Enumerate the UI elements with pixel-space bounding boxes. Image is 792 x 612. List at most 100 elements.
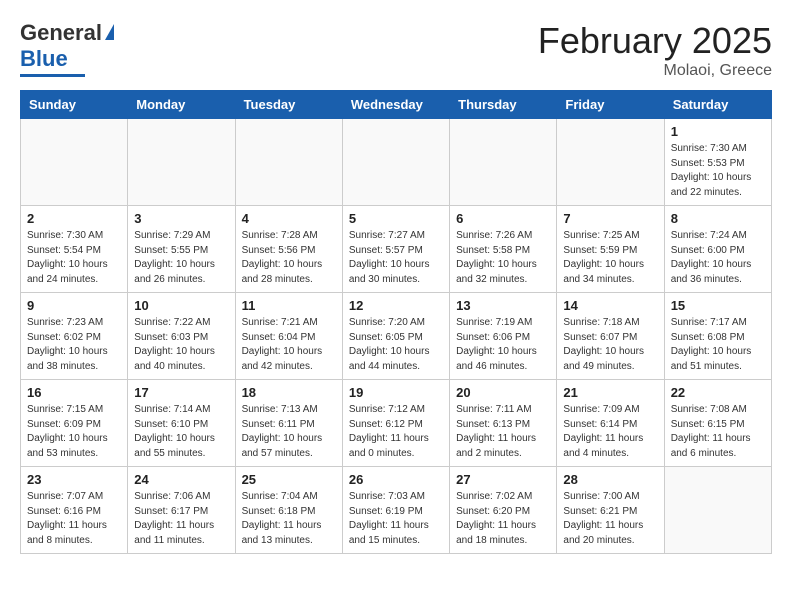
day-number: 9 <box>27 298 121 313</box>
calendar-cell: 23 Sunrise: 7:07 AM Sunset: 6:16 PM Dayli… <box>21 467 128 554</box>
calendar-cell: 15 Sunrise: 7:17 AM Sunset: 6:08 PM Dayli… <box>664 293 771 380</box>
day-info: Sunrise: 7:20 AM Sunset: 6:05 PM Dayligh… <box>349 316 443 374</box>
day-number: 14 <box>563 298 657 313</box>
day-number: 23 <box>27 472 121 487</box>
day-number: 18 <box>242 385 336 400</box>
day-info: Sunrise: 7:06 AM Sunset: 6:17 PM Dayligh… <box>134 490 228 548</box>
day-number: 3 <box>134 211 228 226</box>
day-info: Sunrise: 7:03 AM Sunset: 6:19 PM Dayligh… <box>349 490 443 548</box>
calendar-cell: 11 Sunrise: 7:21 AM Sunset: 6:04 PM Dayli… <box>235 293 342 380</box>
col-wednesday: Wednesday <box>342 91 449 119</box>
calendar-cell: 28 Sunrise: 7:00 AM Sunset: 6:21 PM Dayli… <box>557 467 664 554</box>
day-info: Sunrise: 7:00 AM Sunset: 6:21 PM Dayligh… <box>563 490 657 548</box>
calendar-cell <box>664 467 771 554</box>
day-info: Sunrise: 7:30 AM Sunset: 5:53 PM Dayligh… <box>671 142 765 200</box>
day-number: 12 <box>349 298 443 313</box>
day-number: 21 <box>563 385 657 400</box>
day-info: Sunrise: 7:09 AM Sunset: 6:14 PM Dayligh… <box>563 403 657 461</box>
day-number: 20 <box>456 385 550 400</box>
calendar-cell: 17Sunrise: 7:14 AM Sunset: 6:10 PM Dayli… <box>128 380 235 467</box>
day-number: 28 <box>563 472 657 487</box>
day-info: Sunrise: 7:15 AM Sunset: 6:09 PM Dayligh… <box>27 403 121 461</box>
calendar-cell: 18 Sunrise: 7:13 AM Sunset: 6:11 PM Dayli… <box>235 380 342 467</box>
calendar-cell: 25 Sunrise: 7:04 AM Sunset: 6:18 PM Dayli… <box>235 467 342 554</box>
calendar-week-row: 23 Sunrise: 7:07 AM Sunset: 6:16 PM Dayli… <box>21 467 772 554</box>
day-number: 7 <box>563 211 657 226</box>
calendar-cell: 3 Sunrise: 7:29 AM Sunset: 5:55 PM Daylig… <box>128 206 235 293</box>
day-info: Sunrise: 7:18 AM Sunset: 6:07 PM Dayligh… <box>563 316 657 374</box>
calendar-cell <box>235 119 342 206</box>
day-number: 19 <box>349 385 443 400</box>
day-info: Sunrise: 7:19 AM Sunset: 6:06 PM Dayligh… <box>456 316 550 374</box>
title-block: February 2025 Molaoi, Greece <box>538 20 772 80</box>
logo-underline <box>20 74 85 77</box>
calendar-cell: 20 Sunrise: 7:11 AM Sunset: 6:13 PM Dayli… <box>450 380 557 467</box>
day-number: 11 <box>242 298 336 313</box>
col-saturday: Saturday <box>664 91 771 119</box>
calendar-cell: 14 Sunrise: 7:18 AM Sunset: 6:07 PM Dayli… <box>557 293 664 380</box>
day-number: 2 <box>27 211 121 226</box>
calendar-cell: 24 Sunrise: 7:06 AM Sunset: 6:17 PM Dayli… <box>128 467 235 554</box>
day-number: 4 <box>242 211 336 226</box>
day-info: Sunrise: 7:17 AM Sunset: 6:08 PM Dayligh… <box>671 316 765 374</box>
calendar-cell: 21 Sunrise: 7:09 AM Sunset: 6:14 PM Dayli… <box>557 380 664 467</box>
logo-text-general: General <box>20 20 102 46</box>
calendar-cell: 19 Sunrise: 7:12 AM Sunset: 6:12 PM Dayli… <box>342 380 449 467</box>
calendar-header-row: Sunday Monday Tuesday Wednesday Thursday… <box>21 91 772 119</box>
calendar-cell: 13 Sunrise: 7:19 AM Sunset: 6:06 PM Dayli… <box>450 293 557 380</box>
day-info: Sunrise: 7:23 AM Sunset: 6:02 PM Dayligh… <box>27 316 121 374</box>
day-info: Sunrise: 7:25 AM Sunset: 5:59 PM Dayligh… <box>563 229 657 287</box>
day-number: 24 <box>134 472 228 487</box>
logo: General Blue <box>20 20 114 77</box>
day-number: 1 <box>671 124 765 139</box>
page-title: February 2025 <box>538 20 772 62</box>
calendar-week-row: 1 Sunrise: 7:30 AM Sunset: 5:53 PM Daylig… <box>21 119 772 206</box>
day-number: 25 <box>242 472 336 487</box>
day-number: 8 <box>671 211 765 226</box>
day-info: Sunrise: 7:24 AM Sunset: 6:00 PM Dayligh… <box>671 229 765 287</box>
col-monday: Monday <box>128 91 235 119</box>
day-info: Sunrise: 7:08 AM Sunset: 6:15 PM Dayligh… <box>671 403 765 461</box>
col-friday: Friday <box>557 91 664 119</box>
col-sunday: Sunday <box>21 91 128 119</box>
logo-text-blue: Blue <box>20 46 68 72</box>
page-header: General Blue February 2025 Molaoi, Greec… <box>20 20 772 80</box>
day-info: Sunrise: 7:28 AM Sunset: 5:56 PM Dayligh… <box>242 229 336 287</box>
day-info: Sunrise: 7:14 AM Sunset: 6:10 PM Dayligh… <box>134 403 228 461</box>
calendar-cell: 27Sunrise: 7:02 AM Sunset: 6:20 PM Dayli… <box>450 467 557 554</box>
day-info: Sunrise: 7:30 AM Sunset: 5:54 PM Dayligh… <box>27 229 121 287</box>
page-subtitle: Molaoi, Greece <box>538 62 772 80</box>
calendar-cell: 7 Sunrise: 7:25 AM Sunset: 5:59 PM Daylig… <box>557 206 664 293</box>
calendar-cell: 6Sunrise: 7:26 AM Sunset: 5:58 PM Daylig… <box>450 206 557 293</box>
calendar-cell: 9 Sunrise: 7:23 AM Sunset: 6:02 PM Daylig… <box>21 293 128 380</box>
calendar-cell: 4 Sunrise: 7:28 AM Sunset: 5:56 PM Daylig… <box>235 206 342 293</box>
calendar-cell: 8 Sunrise: 7:24 AM Sunset: 6:00 PM Daylig… <box>664 206 771 293</box>
calendar-week-row: 2 Sunrise: 7:30 AM Sunset: 5:54 PM Daylig… <box>21 206 772 293</box>
calendar-cell: 10Sunrise: 7:22 AM Sunset: 6:03 PM Dayli… <box>128 293 235 380</box>
day-info: Sunrise: 7:07 AM Sunset: 6:16 PM Dayligh… <box>27 490 121 548</box>
day-info: Sunrise: 7:13 AM Sunset: 6:11 PM Dayligh… <box>242 403 336 461</box>
day-info: Sunrise: 7:27 AM Sunset: 5:57 PM Dayligh… <box>349 229 443 287</box>
calendar-cell: 12 Sunrise: 7:20 AM Sunset: 6:05 PM Dayli… <box>342 293 449 380</box>
day-number: 10 <box>134 298 228 313</box>
day-number: 5 <box>349 211 443 226</box>
calendar-cell <box>21 119 128 206</box>
calendar-week-row: 9 Sunrise: 7:23 AM Sunset: 6:02 PM Daylig… <box>21 293 772 380</box>
day-number: 27 <box>456 472 550 487</box>
day-number: 13 <box>456 298 550 313</box>
day-info: Sunrise: 7:04 AM Sunset: 6:18 PM Dayligh… <box>242 490 336 548</box>
day-info: Sunrise: 7:29 AM Sunset: 5:55 PM Dayligh… <box>134 229 228 287</box>
calendar-table: Sunday Monday Tuesday Wednesday Thursday… <box>20 90 772 554</box>
day-number: 6 <box>456 211 550 226</box>
calendar-week-row: 16Sunrise: 7:15 AM Sunset: 6:09 PM Dayli… <box>21 380 772 467</box>
day-info: Sunrise: 7:11 AM Sunset: 6:13 PM Dayligh… <box>456 403 550 461</box>
day-number: 15 <box>671 298 765 313</box>
day-info: Sunrise: 7:12 AM Sunset: 6:12 PM Dayligh… <box>349 403 443 461</box>
col-thursday: Thursday <box>450 91 557 119</box>
calendar-cell <box>342 119 449 206</box>
day-number: 26 <box>349 472 443 487</box>
col-tuesday: Tuesday <box>235 91 342 119</box>
calendar-cell: 26 Sunrise: 7:03 AM Sunset: 6:19 PM Dayli… <box>342 467 449 554</box>
day-info: Sunrise: 7:21 AM Sunset: 6:04 PM Dayligh… <box>242 316 336 374</box>
calendar-cell: 1 Sunrise: 7:30 AM Sunset: 5:53 PM Daylig… <box>664 119 771 206</box>
